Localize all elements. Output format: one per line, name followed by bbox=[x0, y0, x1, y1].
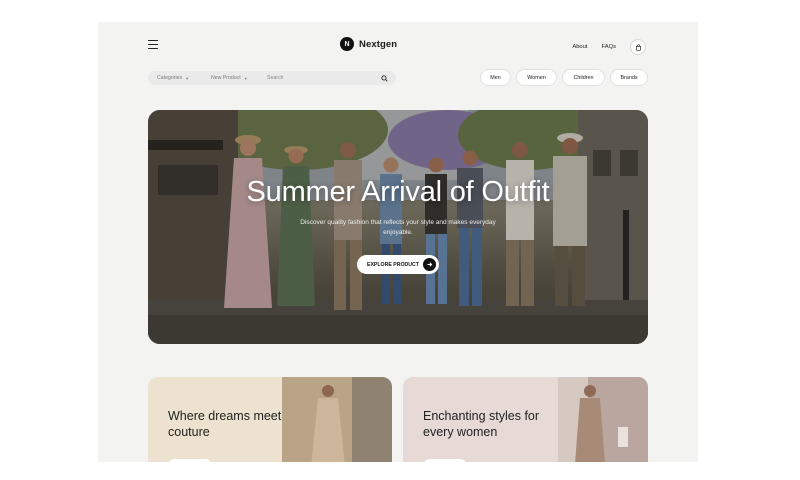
faqs-link[interactable]: FAQs bbox=[602, 44, 617, 50]
hero-banner: Summer Arrival of Outfit Discover qualit… bbox=[148, 110, 648, 344]
new-product-dropdown[interactable]: New Product ▼ bbox=[202, 75, 256, 81]
promo-card-title: Enchanting styles for every women bbox=[423, 409, 540, 439]
promo-card-couture[interactable]: Where dreams meet couture bbox=[148, 377, 392, 462]
promo-image-women bbox=[558, 377, 648, 462]
arrow-right-icon bbox=[423, 258, 436, 271]
search-input[interactable]: Search bbox=[256, 75, 378, 81]
logo-mark: N bbox=[340, 37, 354, 51]
brand-logo[interactable]: N Nextgen bbox=[340, 37, 397, 51]
promo-card-button[interactable] bbox=[168, 459, 212, 462]
hamburger-menu-icon[interactable] bbox=[148, 40, 158, 49]
chip-men[interactable]: Men bbox=[480, 69, 511, 86]
promo-image-couture bbox=[282, 377, 392, 462]
hero-title: Summer Arrival of Outfit bbox=[246, 176, 550, 208]
chevron-down-icon: ▼ bbox=[185, 75, 190, 81]
promo-card-women[interactable]: Enchanting styles for every women bbox=[403, 377, 648, 462]
brand-name: Nextgen bbox=[359, 38, 398, 50]
explore-product-button[interactable]: EXPLORE PRODUCT bbox=[357, 255, 439, 274]
hero-subtitle: Discover quality fashion that reflects y… bbox=[300, 219, 496, 236]
top-nav: About FAQs bbox=[572, 39, 646, 55]
explore-product-label: EXPLORE PRODUCT bbox=[367, 261, 419, 268]
page-container: N Nextgen About FAQs Categories ▼ New Pr… bbox=[98, 22, 698, 462]
promo-card-button[interactable] bbox=[423, 459, 467, 462]
shopping-bag-icon bbox=[635, 43, 641, 51]
new-product-dropdown-label: New Product bbox=[211, 75, 241, 81]
search-bar: Categories ▼ New Product ▼ Search bbox=[148, 71, 396, 85]
about-link[interactable]: About bbox=[572, 44, 587, 50]
search-icon[interactable] bbox=[378, 72, 390, 84]
category-chips: Men Women Children Brands bbox=[480, 69, 648, 86]
chip-women[interactable]: Women bbox=[516, 69, 557, 86]
shopping-bag-button[interactable] bbox=[630, 39, 646, 55]
chevron-down-icon: ▼ bbox=[243, 75, 248, 81]
categories-dropdown[interactable]: Categories ▼ bbox=[148, 75, 202, 81]
categories-dropdown-label: Categories bbox=[157, 75, 183, 81]
promo-card-title: Where dreams meet couture bbox=[168, 409, 282, 439]
chip-children[interactable]: Children bbox=[562, 69, 605, 86]
chip-brands[interactable]: Brands bbox=[610, 69, 648, 86]
